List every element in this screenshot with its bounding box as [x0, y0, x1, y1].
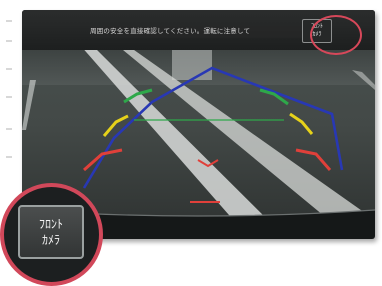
edge-mark	[6, 156, 12, 158]
edge-mark	[6, 128, 12, 130]
button-label: ﾌﾛﾝﾄ	[38, 217, 63, 231]
front-camera-button-zoomed: ﾌﾛﾝﾄ ｶﾒﾗ	[18, 205, 84, 259]
safety-caption: 周囲の安全を直接確認してください。運転に注意して	[90, 25, 310, 38]
highlight-ring	[310, 15, 362, 55]
edge-mark	[6, 96, 12, 98]
button-label: ｶﾒﾗ	[41, 233, 60, 247]
edge-mark	[6, 68, 12, 70]
edge-mark	[6, 20, 12, 22]
zoom-callout: ﾌﾛﾝﾄ ｶﾒﾗ	[0, 183, 103, 286]
edge-mark	[6, 40, 12, 42]
